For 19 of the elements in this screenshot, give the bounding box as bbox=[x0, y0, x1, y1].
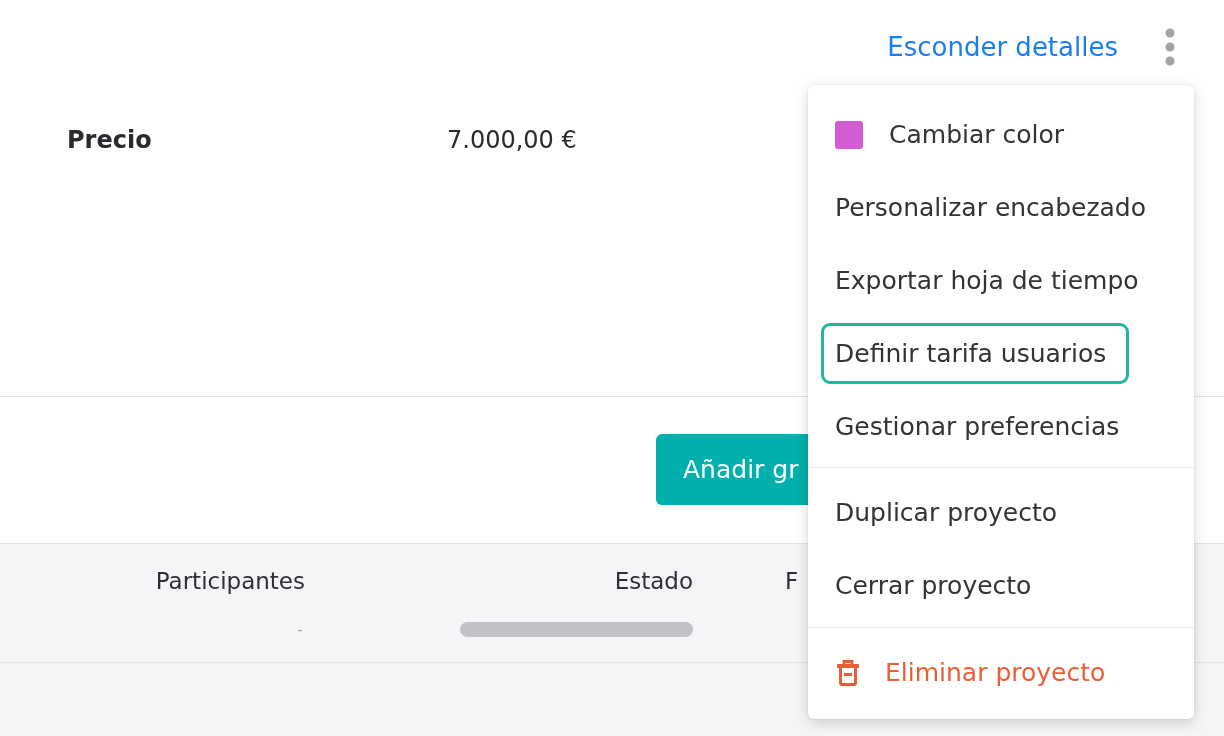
menu-item[interactable]: Exportar hoja de tiempo bbox=[821, 250, 1162, 311]
column-header: Participantes bbox=[155, 567, 305, 592]
menu-item[interactable]: Personalizar encabezado bbox=[821, 177, 1170, 238]
detail-label: Precio bbox=[67, 126, 152, 154]
menu-item[interactable]: Definir tarifa usuarios bbox=[821, 323, 1130, 384]
menu-item[interactable]: Gestionar preferencias bbox=[821, 396, 1143, 457]
menu-item-label: Eliminar proyecto bbox=[885, 658, 1106, 687]
column-header: F bbox=[784, 567, 799, 592]
participants-cell: - bbox=[297, 622, 303, 638]
more-vertical-icon bbox=[1165, 28, 1175, 66]
hide-details-link[interactable]: Esconder detalles bbox=[887, 32, 1118, 62]
detail-value: 7.000,00 € bbox=[447, 126, 577, 154]
column-header: Estado bbox=[614, 567, 693, 592]
more-button[interactable] bbox=[1164, 27, 1176, 67]
trash-icon bbox=[837, 659, 859, 686]
menu-item[interactable]: Cerrar proyecto bbox=[821, 555, 1055, 616]
change-color-menu-item[interactable]: Cambiar color bbox=[821, 104, 1088, 165]
menu-item-label: Cambiar color bbox=[889, 120, 1065, 149]
menu-item[interactable]: Duplicar proyecto bbox=[821, 482, 1081, 543]
